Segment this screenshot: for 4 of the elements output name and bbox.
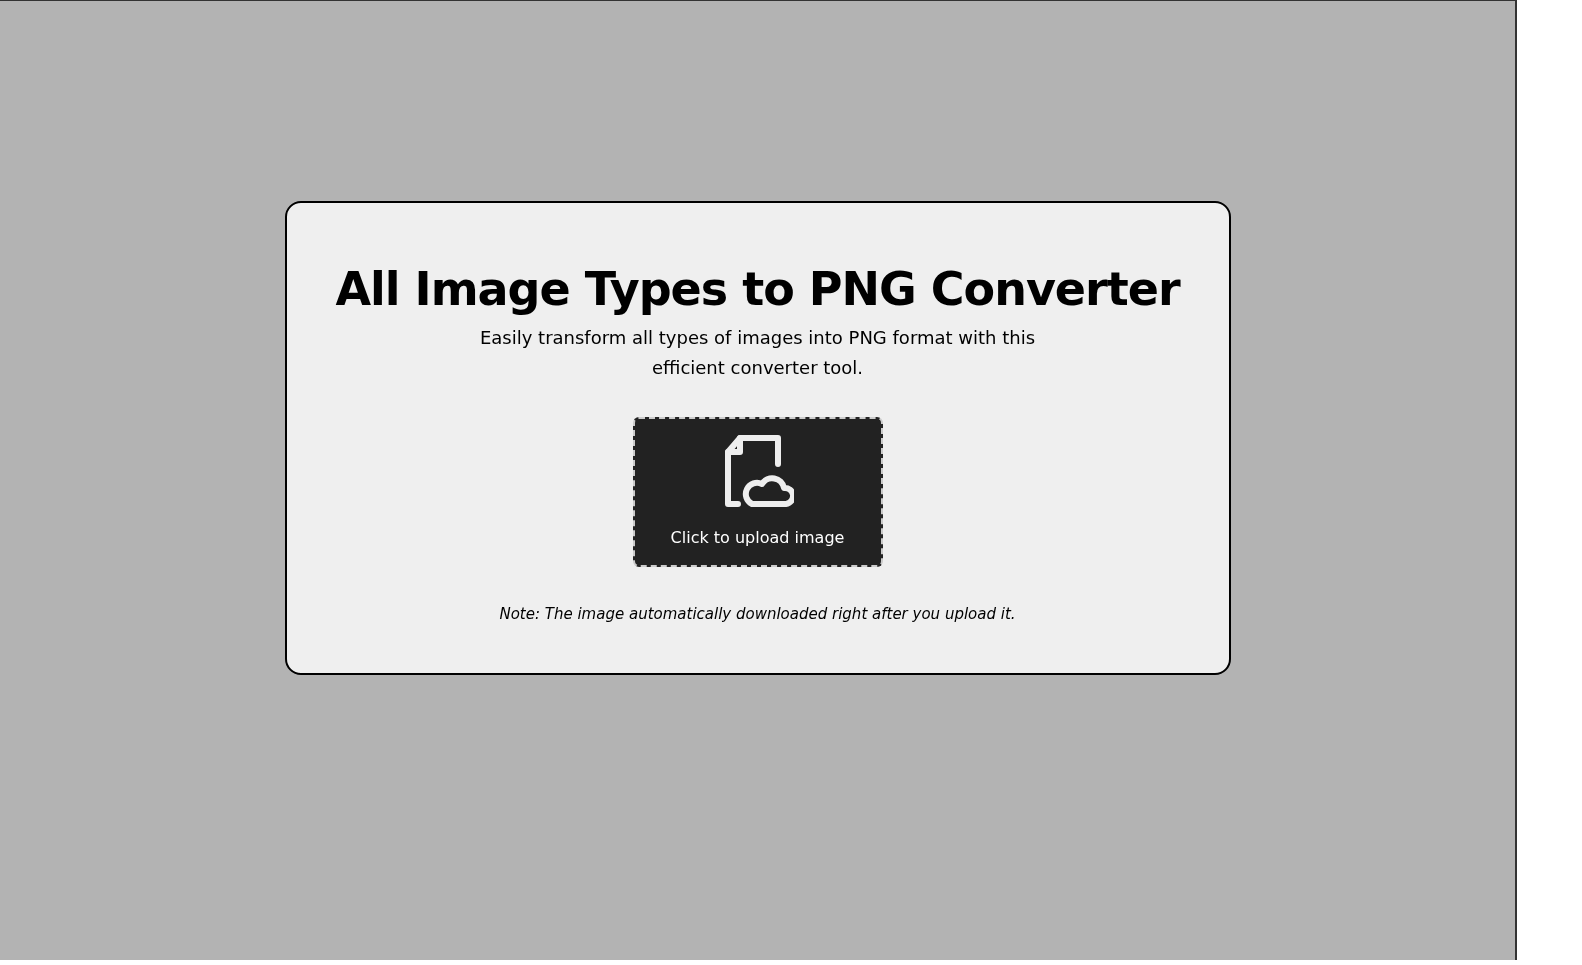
upload-button[interactable]: Click to upload image [632, 416, 883, 567]
note-text: Note: The image automatically downloaded right after you upload it. [499, 603, 1016, 625]
subtitle: Easily transform all types of images into PNG format with this efficient converter tool. [478, 325, 1037, 380]
page-title: All Image Types to PNG Converter [335, 261, 1180, 318]
